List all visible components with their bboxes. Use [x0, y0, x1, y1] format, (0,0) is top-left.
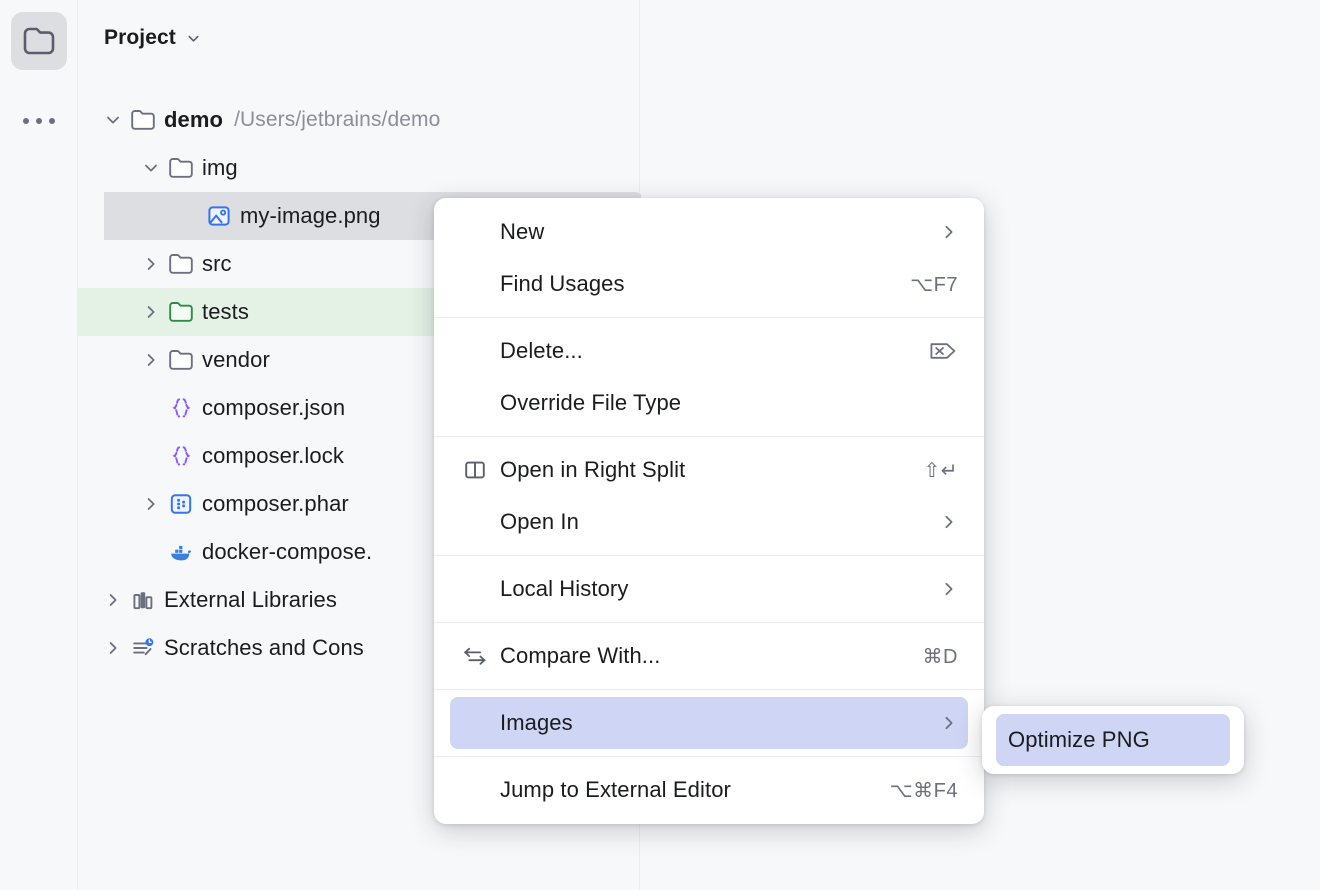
menu-separator [434, 756, 984, 757]
tree-arrow-expanded[interactable] [104, 111, 122, 129]
tree-arrow-collapsed[interactable] [142, 303, 160, 321]
tree-item-label: demo [164, 107, 223, 133]
folder-icon [168, 347, 194, 373]
tree-item-label: tests [202, 299, 249, 325]
image-file-icon [206, 203, 232, 229]
menu-item-label: Delete... [500, 338, 912, 364]
menu-separator [434, 317, 984, 318]
menu-item-label: Override File Type [500, 390, 958, 416]
json-file-icon [168, 443, 194, 469]
menu-item-shortcut: ⌥F7 [910, 272, 958, 297]
folder-icon [168, 251, 194, 277]
tree-arrow-collapsed[interactable] [142, 351, 160, 369]
tree-item-label: External Libraries [164, 587, 337, 613]
tree-item-label: src [202, 251, 232, 277]
page-title: Project [104, 26, 176, 50]
tree-arrow-collapsed[interactable] [104, 591, 122, 609]
more-options-icon[interactable] [17, 105, 61, 137]
context-menu: New Find Usages ⌥F7 Delete... Override File … [434, 198, 984, 824]
folder-green-icon [168, 299, 194, 325]
docker-file-icon [168, 539, 194, 565]
tree-row[interactable]: demo/Users/jetbrains/demo [78, 96, 640, 144]
left-tool-strip [0, 0, 78, 890]
menu-item[interactable]: Jump to External Editor ⌥⌘F4 [450, 764, 968, 816]
delete-key-icon [928, 339, 958, 363]
folder-icon [130, 107, 156, 133]
menu-item-label: Open in Right Split [500, 457, 907, 483]
menu-item[interactable]: Compare With... ⌘D [450, 630, 968, 682]
menu-item-label: Images [500, 710, 926, 736]
menu-item[interactable]: Open in Right Split ⇧↵ [450, 444, 968, 496]
tree-arrow-expanded[interactable] [142, 159, 160, 177]
split-pane-icon [462, 458, 488, 482]
menu-item-label: Local History [500, 576, 926, 602]
menu-item[interactable]: Open In [450, 496, 968, 548]
submenu-item-label: Optimize PNG [1008, 727, 1220, 753]
menu-separator [434, 436, 984, 437]
menu-separator [434, 622, 984, 623]
tree-item-label: docker-compose. [202, 539, 372, 565]
submenu-chevron-icon [940, 714, 958, 732]
menu-item-label: New [500, 219, 926, 245]
external-libraries-icon [130, 587, 156, 613]
tree-row[interactable]: img [78, 144, 640, 192]
phar-file-icon [168, 491, 194, 517]
tree-item-label: img [202, 155, 238, 181]
tree-item-label: composer.json [202, 395, 345, 421]
menu-item-shortcut: ⌘D [923, 644, 958, 669]
submenu-chevron-icon [940, 580, 958, 598]
tree-arrow-collapsed[interactable] [142, 255, 160, 273]
submenu-chevron-icon [940, 513, 958, 531]
menu-separator [434, 555, 984, 556]
menu-item-label: Jump to External Editor [500, 777, 874, 803]
compare-icon [462, 644, 488, 668]
project-tool-window-button[interactable] [11, 12, 67, 70]
scratches-icon [130, 635, 156, 661]
menu-item[interactable]: Override File Type [450, 377, 968, 429]
folder-icon [168, 155, 194, 181]
menu-item-shortcut: ⌥⌘F4 [890, 778, 958, 803]
project-panel-header[interactable]: Project [104, 26, 201, 50]
menu-item[interactable]: Find Usages ⌥F7 [450, 258, 968, 310]
menu-item[interactable]: Images [450, 697, 968, 749]
tree-item-label: vendor [202, 347, 270, 373]
menu-item-label: Open In [500, 509, 926, 535]
tree-item-label: my-image.png [240, 203, 381, 229]
folder-icon [22, 26, 56, 56]
menu-item[interactable]: Delete... [450, 325, 968, 377]
submenu-item[interactable]: Optimize PNG [996, 714, 1230, 766]
submenu-chevron-icon [940, 223, 958, 241]
json-file-icon [168, 395, 194, 421]
menu-item-label: Find Usages [500, 271, 894, 297]
tree-item-path: /Users/jetbrains/demo [234, 108, 440, 132]
chevron-down-icon[interactable] [186, 31, 201, 46]
menu-item[interactable]: Local History [450, 563, 968, 615]
tree-item-label: composer.lock [202, 443, 344, 469]
tree-arrow-collapsed[interactable] [104, 639, 122, 657]
menu-item[interactable]: New [450, 206, 968, 258]
ide-window: Project demo/Users/jetbrains/demo imgmy-i… [0, 0, 1320, 890]
tree-item-label: Scratches and Cons [164, 635, 364, 661]
tree-item-label: composer.phar [202, 491, 349, 517]
menu-item-shortcut: ⇧↵ [923, 458, 958, 483]
menu-item-label: Compare With... [500, 643, 907, 669]
tree-arrow-collapsed[interactable] [142, 495, 160, 513]
images-submenu: Optimize PNG [982, 706, 1244, 774]
menu-separator [434, 689, 984, 690]
